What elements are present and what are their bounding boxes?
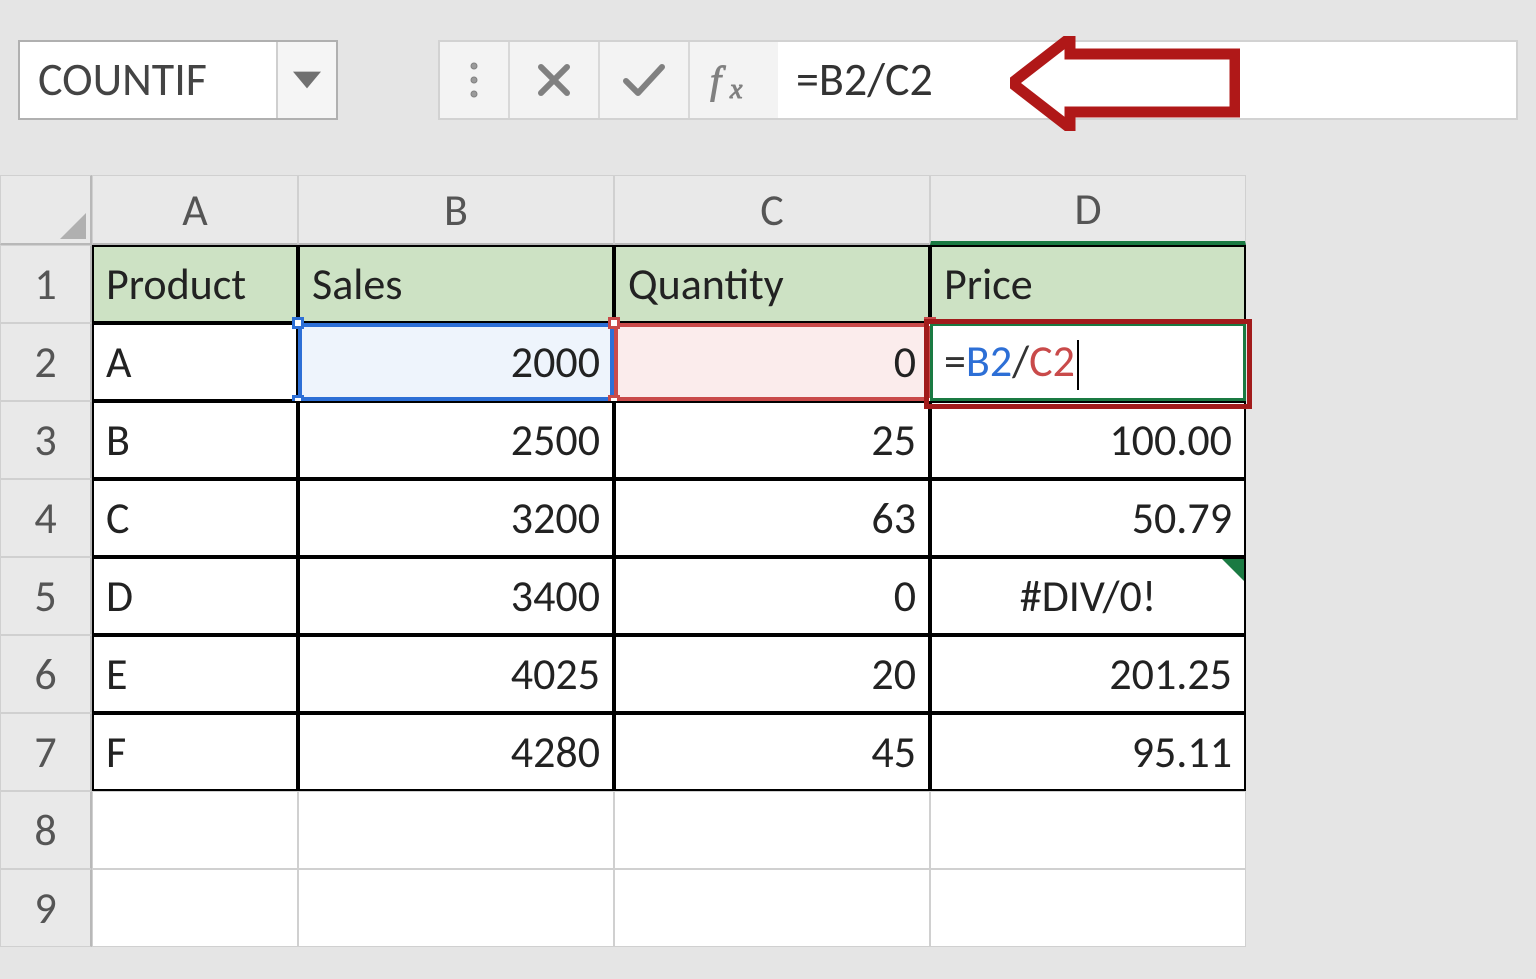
formula-bar-buttons: f x xyxy=(438,40,782,120)
name-box-text: COUNTIF xyxy=(38,52,207,108)
cell-B9[interactable] xyxy=(298,869,614,947)
cell-C8[interactable] xyxy=(614,791,930,869)
row-header-6[interactable]: 6 xyxy=(0,635,92,713)
name-box-dropdown[interactable] xyxy=(276,42,336,118)
spreadsheet-grid[interactable]: A B C D 1 Product Sales Quantity Price 2… xyxy=(0,175,1536,947)
row-header-1[interactable]: 1 xyxy=(0,245,92,323)
name-box[interactable]: COUNTIF xyxy=(18,40,338,120)
cell-B4[interactable]: 3200 xyxy=(298,479,614,557)
cell-D4[interactable]: 50.79 xyxy=(930,479,1246,557)
cell-value: 0 xyxy=(894,335,916,389)
cell-value: #DIV/0! xyxy=(1020,569,1156,623)
table-row: 1 Product Sales Quantity Price xyxy=(0,245,1536,323)
cell-value: 2000 xyxy=(511,335,600,389)
select-all-corner[interactable] xyxy=(0,175,92,245)
svg-text:x: x xyxy=(729,74,743,102)
formula-bar: COUNTIF f x =B2/C2 xyxy=(18,40,1518,120)
row-header-2[interactable]: 2 xyxy=(0,323,92,401)
cell-B8[interactable] xyxy=(298,791,614,869)
row-header-5[interactable]: 5 xyxy=(0,557,92,635)
cancel-icon xyxy=(535,61,573,99)
cell-A7[interactable]: F xyxy=(92,713,298,791)
cell-C5[interactable]: 0 xyxy=(614,557,930,635)
cell-A9[interactable] xyxy=(92,869,298,947)
table-row: 7 F 4280 45 95.11 xyxy=(0,713,1536,791)
cell-A3[interactable]: B xyxy=(92,401,298,479)
cell-C3[interactable]: 25 xyxy=(614,401,930,479)
table-row: 9 xyxy=(0,869,1536,947)
cell-D7[interactable]: 95.11 xyxy=(930,713,1246,791)
cell-A6[interactable]: E xyxy=(92,635,298,713)
cell-D9[interactable] xyxy=(930,869,1246,947)
enter-button[interactable] xyxy=(600,42,690,118)
row-header-8[interactable]: 8 xyxy=(0,791,92,869)
insert-function-button[interactable]: f x xyxy=(690,42,780,118)
cell-D6[interactable]: 201.25 xyxy=(930,635,1246,713)
cell-A2[interactable]: A xyxy=(92,323,298,401)
cell-A5[interactable]: D xyxy=(92,557,298,635)
col-header-B[interactable]: B xyxy=(298,175,614,245)
col-header-D[interactable]: D xyxy=(930,175,1246,245)
column-header-row: A B C D xyxy=(0,175,1536,245)
cell-D8[interactable] xyxy=(930,791,1246,869)
svg-text:f: f xyxy=(710,58,726,102)
cell-B2[interactable]: 2000 xyxy=(298,323,614,401)
error-indicator-icon xyxy=(1222,559,1244,581)
fx-icon: f x xyxy=(710,58,760,102)
cell-C2[interactable]: 0 xyxy=(614,323,930,401)
cell-A8[interactable] xyxy=(92,791,298,869)
cell-editing-formula: =B2/C2 xyxy=(944,334,1079,391)
cell-B5[interactable]: 3400 xyxy=(298,557,614,635)
cell-B3[interactable]: 2500 xyxy=(298,401,614,479)
table-row: 3 B 2500 25 100.00 xyxy=(0,401,1536,479)
table-row: 6 E 4025 20 201.25 xyxy=(0,635,1536,713)
table-row: 2 A 2000 0 =B2/C2 xyxy=(0,323,1536,401)
grip-icon xyxy=(440,42,510,118)
table-row: 5 D 3400 0 #DIV/0! xyxy=(0,557,1536,635)
cancel-button[interactable] xyxy=(510,42,600,118)
cell-B1[interactable]: Sales xyxy=(298,245,614,323)
cell-C7[interactable]: 45 xyxy=(614,713,930,791)
row-header-4[interactable]: 4 xyxy=(0,479,92,557)
row-header-3[interactable]: 3 xyxy=(0,401,92,479)
formula-input[interactable]: =B2/C2 xyxy=(778,40,1518,120)
chevron-down-icon xyxy=(293,71,321,89)
cell-B7[interactable]: 4280 xyxy=(298,713,614,791)
cell-C9[interactable] xyxy=(614,869,930,947)
cell-D1[interactable]: Price xyxy=(930,245,1246,323)
cell-B6[interactable]: 4025 xyxy=(298,635,614,713)
cell-C4[interactable]: 63 xyxy=(614,479,930,557)
row-header-9[interactable]: 9 xyxy=(0,869,92,947)
check-icon xyxy=(622,61,666,99)
cell-A1[interactable]: Product xyxy=(92,245,298,323)
cell-D2[interactable]: =B2/C2 xyxy=(930,323,1246,401)
formula-text: =B2/C2 xyxy=(796,52,933,108)
table-row: 8 xyxy=(0,791,1536,869)
cell-C1[interactable]: Quantity xyxy=(614,245,930,323)
row-header-7[interactable]: 7 xyxy=(0,713,92,791)
col-header-C[interactable]: C xyxy=(614,175,930,245)
col-header-A[interactable]: A xyxy=(92,175,298,245)
cell-D5[interactable]: #DIV/0! xyxy=(930,557,1246,635)
table-row: 4 C 3200 63 50.79 xyxy=(0,479,1536,557)
cell-C6[interactable]: 20 xyxy=(614,635,930,713)
cell-D3[interactable]: 100.00 xyxy=(930,401,1246,479)
cell-A4[interactable]: C xyxy=(92,479,298,557)
